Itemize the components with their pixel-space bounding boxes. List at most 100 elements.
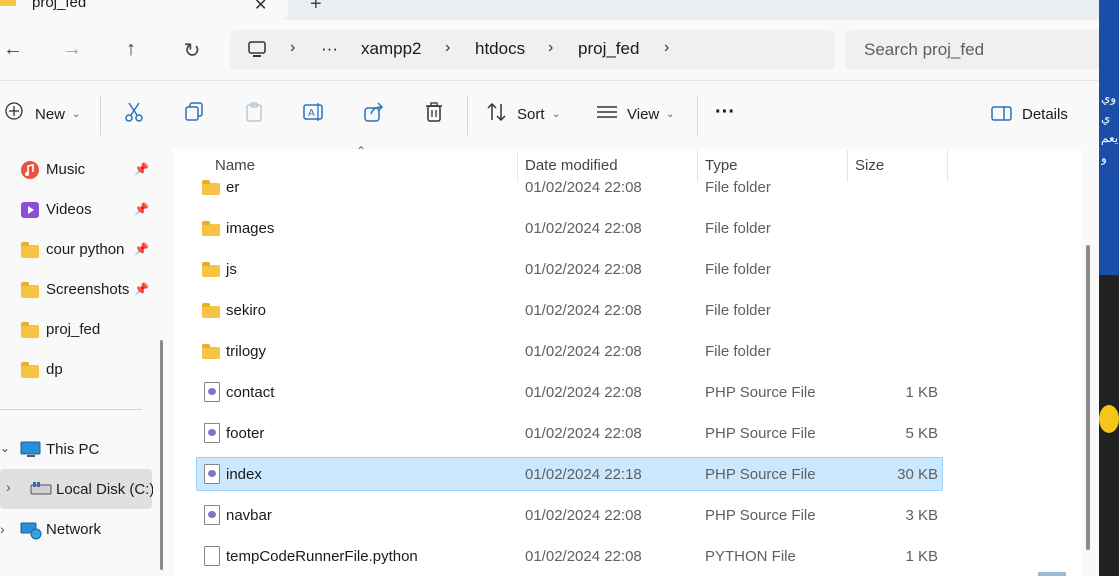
file-list-scrollbar-thumb[interactable]	[1086, 245, 1090, 550]
new-plus-icon[interactable]	[4, 101, 24, 121]
paste-icon[interactable]	[244, 101, 266, 123]
file-type: PYTHON File	[705, 548, 796, 565]
file-size: 30 KB	[897, 466, 938, 483]
sidebar-item-videos[interactable]: Videos	[46, 201, 92, 218]
generic-file-icon	[204, 546, 220, 566]
file-date: 01/02/2024 22:08	[525, 220, 642, 237]
folder-icon	[0, 0, 16, 6]
file-type: PHP Source File	[705, 425, 816, 442]
breadcrumb-chevron-icon[interactable]: ›	[548, 39, 553, 57]
sidebar-item-local-disk-label: Local Disk (C:)	[56, 481, 155, 498]
file-date: 01/02/2024 22:08	[525, 507, 642, 524]
sort-icon[interactable]	[486, 101, 508, 123]
breadcrumb-chevron-icon[interactable]: ›	[664, 39, 669, 57]
breadcrumb-more-button[interactable]: ···	[321, 39, 338, 59]
file-type: File folder	[705, 343, 771, 360]
file-name: sekiro	[226, 302, 267, 319]
file-name: er	[226, 179, 240, 196]
folder-icon	[202, 262, 220, 277]
file-size: 5 KB	[905, 425, 938, 442]
pin-icon[interactable]: 📌	[134, 282, 149, 296]
refresh-button[interactable]: ↻	[179, 38, 205, 63]
column-divider[interactable]	[947, 150, 948, 182]
new-button[interactable]: New	[35, 106, 65, 123]
emoji-icon	[1099, 405, 1119, 433]
folder-icon	[21, 322, 39, 338]
sidebar-item-dp[interactable]: dp	[46, 361, 63, 378]
file-date: 01/02/2024 22:08	[525, 548, 642, 565]
details-button[interactable]: Details	[1022, 106, 1068, 123]
drive-icon	[30, 482, 52, 495]
details-pane-icon[interactable]	[991, 105, 1013, 123]
file-type: File folder	[705, 261, 771, 278]
file-name: contact	[226, 384, 275, 401]
toolbar-divider	[697, 95, 698, 135]
delete-icon[interactable]	[423, 101, 445, 123]
file-list-scrollbar[interactable]	[1081, 149, 1099, 576]
sidebar-item-network[interactable]: Network	[46, 521, 101, 538]
file-size: 1 KB	[905, 548, 938, 565]
share-icon[interactable]	[363, 101, 385, 123]
back-button[interactable]: ←	[0, 38, 26, 61]
folder-icon	[21, 242, 39, 258]
svg-text:A: A	[308, 108, 315, 119]
sidebar-item-proj-fed[interactable]: proj_fed	[46, 321, 100, 338]
file-type: File folder	[705, 220, 771, 237]
music-icon	[21, 161, 39, 179]
expand-chevron-icon[interactable]: ›	[6, 479, 11, 495]
breadcrumb-chevron-icon[interactable]: ›	[445, 39, 450, 57]
view-button[interactable]: View	[627, 106, 659, 123]
view-icon[interactable]	[596, 101, 618, 123]
expand-chevron-icon[interactable]: ›	[0, 521, 5, 537]
pin-icon[interactable]: 📌	[134, 162, 149, 176]
folder-icon	[21, 362, 39, 378]
breadcrumb-chevron-icon[interactable]: ›	[290, 39, 295, 57]
sidebar-item-screenshots[interactable]: Screenshots	[46, 281, 129, 298]
php-file-icon	[204, 382, 220, 402]
file-date: 01/02/2024 22:08	[525, 261, 642, 278]
this-pc-icon	[20, 441, 41, 457]
breadcrumb-htdocs[interactable]: htdocs	[475, 39, 525, 59]
search-placeholder: Search proj_fed	[864, 40, 985, 59]
this-pc-icon[interactable]	[247, 40, 267, 60]
pin-icon[interactable]: 📌	[134, 202, 149, 216]
chevron-down-icon[interactable]: ⌄	[666, 109, 674, 120]
chevron-down-icon[interactable]: ⌄	[72, 109, 80, 120]
file-date: 01/02/2024 22:08	[525, 425, 642, 442]
sidebar-item-cour-python[interactable]: cour python	[46, 241, 124, 258]
network-icon	[20, 522, 42, 540]
videos-icon	[21, 202, 39, 218]
copy-icon[interactable]	[184, 101, 206, 123]
file-name: footer	[226, 425, 265, 442]
sidebar-item-this-pc[interactable]: This PC	[46, 441, 99, 458]
sidebar-scrollbar[interactable]	[153, 149, 173, 576]
breadcrumb-xampp2[interactable]: xampp2	[361, 39, 421, 59]
folder-icon	[202, 303, 220, 318]
toolbar-divider	[100, 95, 101, 135]
folder-icon	[202, 221, 220, 236]
sidebar-item-music[interactable]: Music	[46, 161, 85, 178]
forward-button[interactable]: →	[59, 38, 85, 61]
expand-chevron-icon[interactable]: ⌄	[0, 441, 10, 455]
new-tab-button[interactable]: +	[310, 0, 322, 16]
file-name: index	[226, 466, 262, 483]
rename-icon[interactable]: A	[303, 101, 325, 123]
file-date: 01/02/2024 22:08	[525, 384, 642, 401]
pin-icon[interactable]: 📌	[134, 242, 149, 256]
breadcrumb-proj-fed[interactable]: proj_fed	[578, 39, 639, 59]
sort-button[interactable]: Sort	[517, 106, 545, 123]
cut-icon[interactable]	[123, 101, 145, 123]
file-type: File folder	[705, 179, 771, 196]
sidebar-scrollbar-thumb[interactable]	[160, 340, 163, 570]
more-options-button[interactable]: ···	[715, 101, 735, 124]
taskbar-indicator	[1038, 572, 1066, 576]
file-type: PHP Source File	[705, 466, 816, 483]
up-button[interactable]: ↑	[118, 38, 144, 61]
tab-title: proj_fed	[32, 0, 87, 11]
chevron-down-icon[interactable]: ⌄	[552, 109, 560, 120]
file-type: File folder	[705, 302, 771, 319]
sidebar-divider	[0, 409, 142, 410]
tab-close-button[interactable]: ✕	[254, 0, 267, 15]
php-file-icon	[204, 423, 220, 443]
file-name: js	[226, 261, 237, 278]
